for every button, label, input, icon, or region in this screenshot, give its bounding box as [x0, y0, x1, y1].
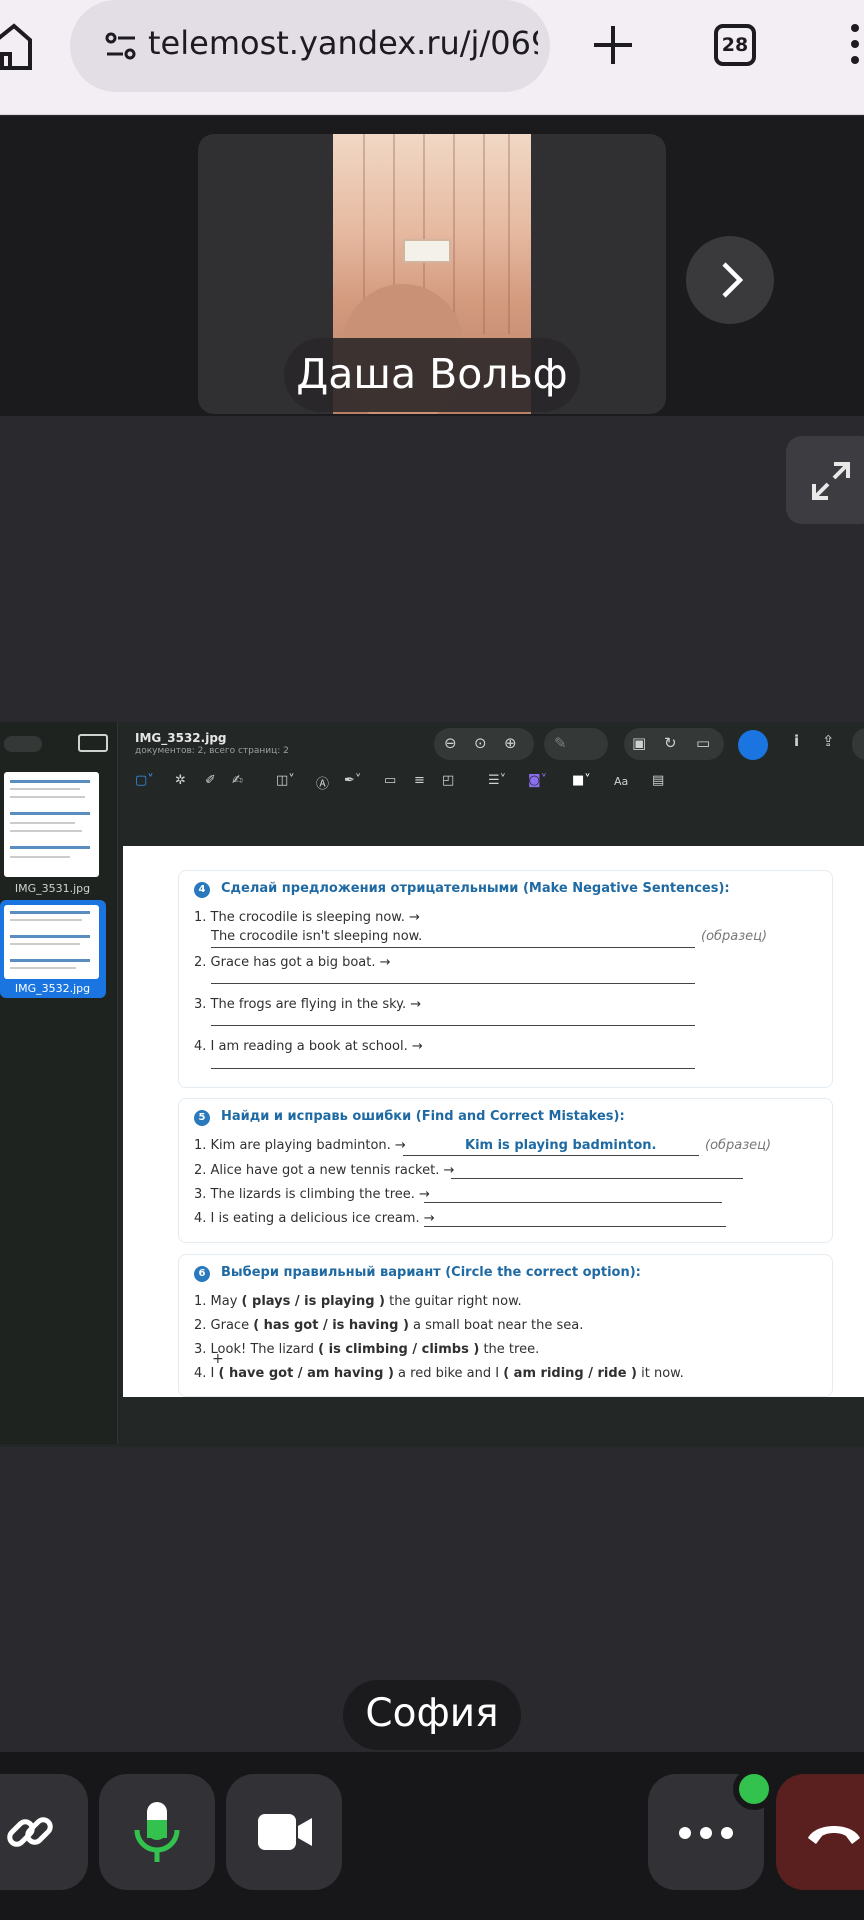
pen-icon: ✎ [554, 734, 567, 752]
active-speaker-name: София [343, 1680, 521, 1750]
thumbnail-sidebar: IMG_3531.jpg IMG_3532.jpg [0, 722, 118, 1444]
magic-select-icon[interactable]: ✲ [175, 773, 186, 788]
exercise-card-6: 6 Выбери правильный вариант (Circle the … [178, 1254, 833, 1397]
tab-switcher-button[interactable]: 28 [714, 24, 756, 66]
page-layout-icon[interactable]: ◰ [442, 773, 454, 788]
new-tab-icon[interactable] [592, 24, 634, 66]
expand-icon [812, 462, 850, 500]
exercise-item: 1. May ( plays / is playing ) the guitar… [194, 1294, 522, 1309]
participant-strip: Даша Вольф [0, 116, 864, 416]
section-title: Выбери правильный вариант (Circle the co… [221, 1265, 641, 1280]
adjust-color-icon[interactable]: ≡ [414, 773, 425, 788]
search-control[interactable] [852, 728, 864, 760]
note-icon[interactable]: ▭ [384, 773, 396, 788]
sample-hint: (образец) [701, 929, 768, 944]
home-icon[interactable] [0, 20, 34, 70]
camera-button[interactable] [226, 1774, 342, 1890]
sample-answer: The crocodile isn't sleeping now. [211, 929, 423, 944]
browser-menu-icon[interactable] [846, 22, 864, 72]
section-number: 5 [194, 1110, 210, 1126]
border-color-icon[interactable]: ◙˅ [528, 773, 547, 788]
section-title: Сделай предложения отрицательными (Make … [221, 881, 730, 896]
fill-color-icon[interactable]: ■˅ [572, 773, 591, 788]
exercise-item: 2. Grace has got a big boat. → [194, 955, 391, 970]
crop-icon[interactable]: ▣ [632, 734, 646, 752]
exercise-item: 1. Kim are playing badminton. → [194, 1138, 406, 1153]
line-style-icon[interactable]: ☰˅ [488, 773, 506, 788]
invite-link-button[interactable] [0, 1774, 88, 1890]
section-title: Найди и исправь ошибки (Find and Correct… [221, 1109, 625, 1124]
rotate-icon[interactable]: ↻ [664, 734, 677, 752]
exercise-item: 4. I am reading a book at school. → [194, 1039, 423, 1054]
file-title: IMG_3532.jpg [135, 731, 227, 745]
exercise-item: 4. I ( have got / am having ) a red bike… [194, 1366, 684, 1381]
adjust-icon[interactable]: ▭ [696, 734, 710, 752]
sketch-icon[interactable]: ✐ [205, 773, 216, 788]
participant-name: Даша Вольф [284, 338, 580, 412]
thumbnail-label: IMG_3531.jpg [14, 882, 91, 895]
draw-icon[interactable]: ✍ [232, 773, 243, 788]
exercise-item: 1. The crocodile is sleeping now. → [194, 910, 420, 925]
exercise-item: 3. Look! The lizard ( is climbing / clim… [194, 1342, 540, 1357]
sample-hint: (образец) [705, 1138, 772, 1153]
share-icon[interactable]: ⇪ [822, 732, 835, 750]
more-icon [679, 1827, 733, 1839]
comment-icon[interactable]: ▤ [652, 773, 664, 788]
exercise-item: 2. Grace ( has got / is having ) a small… [194, 1318, 584, 1333]
notification-dot [733, 1768, 775, 1810]
zoom-out-icon[interactable]: ⊖ [444, 734, 457, 752]
call-controls [0, 1752, 864, 1920]
markup-toolbar-button[interactable] [738, 730, 768, 760]
hang-up-icon [808, 1826, 860, 1844]
next-participants-button[interactable] [686, 236, 774, 324]
view-menu-icon[interactable] [78, 734, 108, 752]
exercise-card-4: 4 Сделай предложения отрицательными (Mak… [178, 870, 833, 1088]
microphone-icon [134, 1802, 180, 1862]
exercise-item: 3. The lizards is climbing the tree. → [194, 1187, 430, 1202]
section-number: 4 [194, 882, 210, 898]
document-page: 4 Сделай предложения отрицательными (Mak… [123, 846, 864, 1397]
text-style-button[interactable]: Aa [614, 775, 628, 788]
address-bar[interactable]: telemost.yandex.ru/j/06944 [70, 0, 550, 92]
text-box-icon[interactable]: Ⓐ [316, 773, 329, 792]
sample-answer: Kim is playing badminton. [465, 1138, 657, 1153]
cursor-icon: + [212, 1351, 224, 1367]
microphone-button[interactable] [99, 1774, 215, 1890]
url-text[interactable]: telemost.yandex.ru/j/06944 [148, 24, 538, 62]
shared-screen: IMG_3531.jpg IMG_3532.jpg IMG_3532.jpg д… [0, 722, 864, 1447]
exercise-item: 3. The frogs are flying in the sky. → [194, 997, 422, 1012]
hang-up-button[interactable] [776, 1774, 864, 1890]
camera-icon [258, 1814, 312, 1850]
shapes-icon[interactable]: ◫˅ [276, 773, 295, 788]
exercise-item: 2. Alice have got a new tennis racket. → [194, 1163, 455, 1178]
select-tool-icon[interactable]: ▢˅ [135, 773, 154, 788]
participant-video-tile[interactable]: Даша Вольф [198, 134, 666, 414]
sidebar-toggle-icon[interactable] [4, 736, 42, 752]
thumbnail-img-3531[interactable] [4, 772, 99, 877]
info-icon[interactable]: i [794, 732, 799, 750]
zoom-fit-icon[interactable]: ⊙ [474, 734, 487, 752]
link-icon [7, 1817, 53, 1847]
section-number: 6 [194, 1266, 210, 1282]
fullscreen-button[interactable] [786, 436, 864, 524]
thumbnail-img-3532[interactable] [4, 905, 99, 979]
sign-icon[interactable]: ✒˅ [344, 773, 361, 788]
thumbnail-label: IMG_3532.jpg [14, 982, 91, 995]
exercise-card-5: 5 Найди и исправь ошибки (Find and Corre… [178, 1098, 833, 1243]
exercise-item: 4. I is eating a delicious ice cream. → [194, 1211, 435, 1226]
site-settings-icon[interactable] [105, 30, 137, 62]
zoom-in-icon[interactable]: ⊕ [504, 734, 517, 752]
file-subtitle: документов: 2, всего страниц: 2 [135, 746, 289, 756]
browser-toolbar: telemost.yandex.ru/j/06944 28 [0, 0, 864, 115]
